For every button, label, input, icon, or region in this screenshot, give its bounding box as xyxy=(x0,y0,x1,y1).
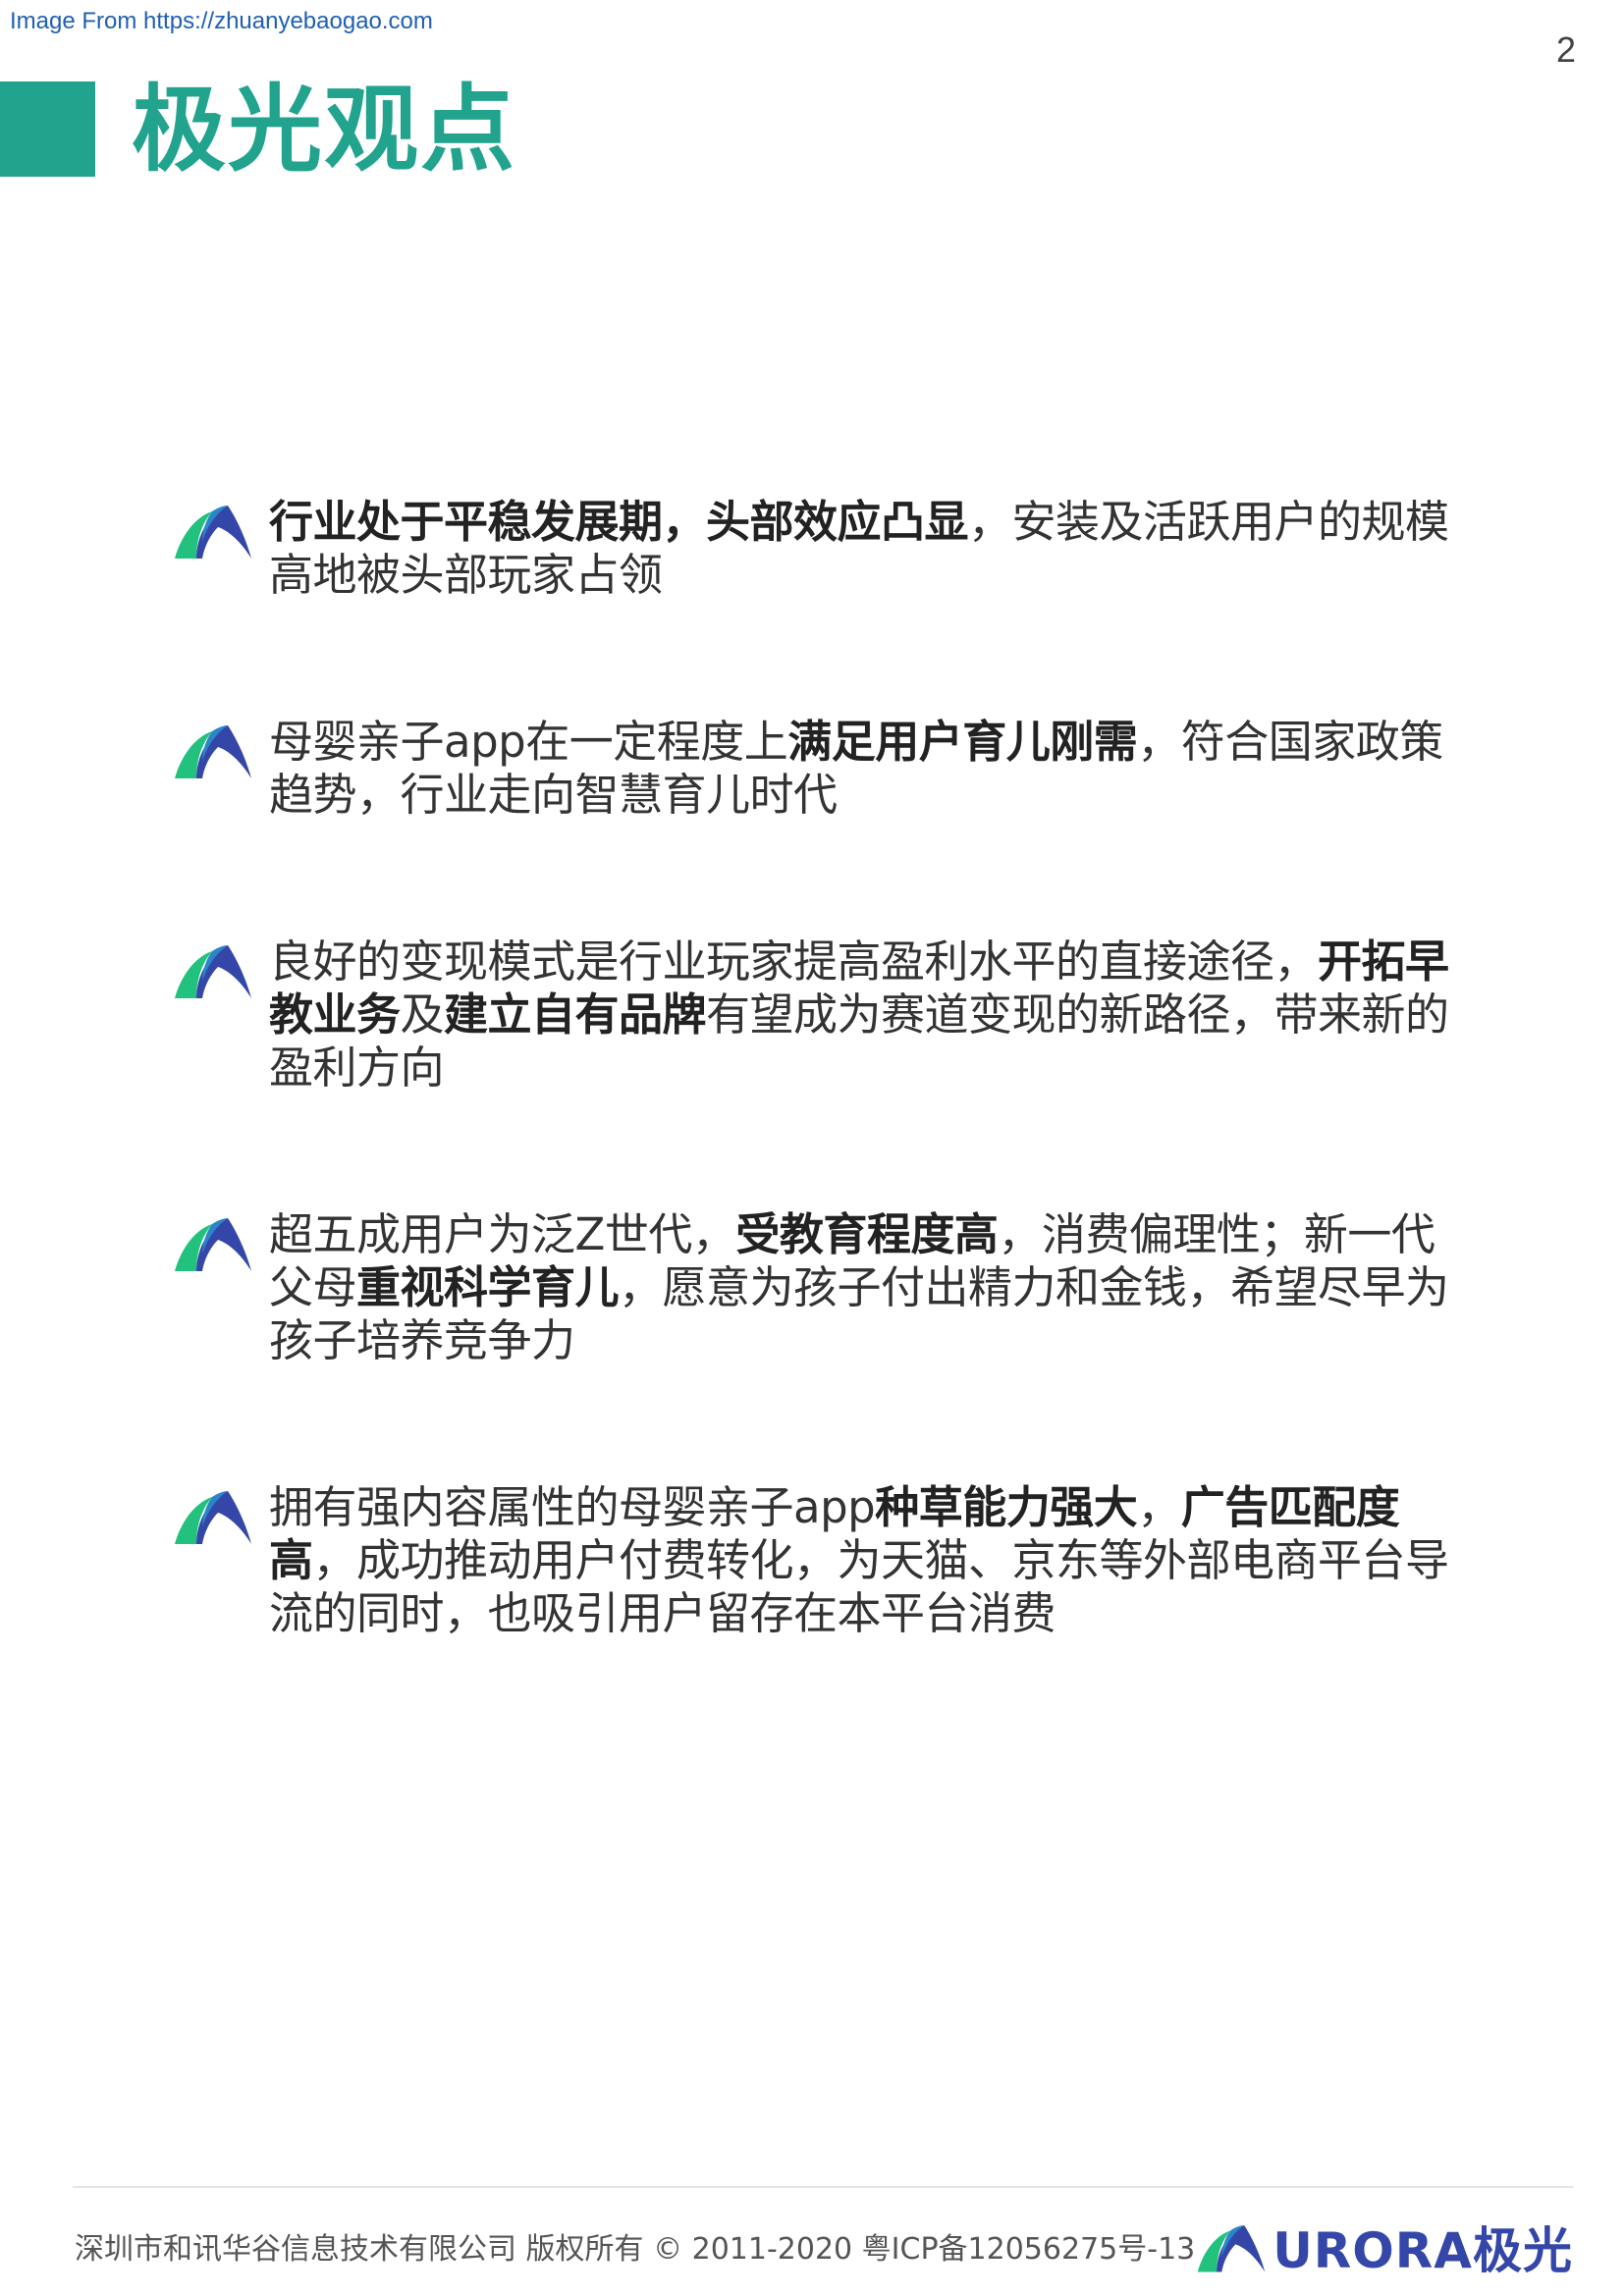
key-point-segment: ， xyxy=(1137,1481,1181,1533)
key-point-segment: 母婴亲子app在一定程度上 xyxy=(269,716,788,768)
key-point-item: 母婴亲子app在一定程度上满足用户育儿刚需，符合国家政策趋势，行业走向智慧育儿时… xyxy=(173,716,1459,822)
key-point-text: 母婴亲子app在一定程度上满足用户育儿刚需，符合国家政策趋势，行业走向智慧育儿时… xyxy=(269,716,1459,822)
aurora-logo-icon xyxy=(175,1218,251,1271)
key-point-segment: ，成功推动用户付费转化，为天猫、京东等外部电商平台导流的同时，也吸引用户留存在本… xyxy=(269,1534,1449,1639)
aurora-logo-icon xyxy=(175,945,251,998)
aurora-logo-icon xyxy=(1197,2225,1266,2272)
aurora-logo-icon xyxy=(175,506,251,559)
page-title: 极光观点 xyxy=(132,75,516,185)
key-point-highlight: 重视科学育儿 xyxy=(356,1261,620,1313)
key-points-list: 行业处于平稳发展期，头部效应凸显，安装及活跃用户的规模高地被头部玩家占领 母婴亲子… xyxy=(173,496,1459,1754)
key-point-segment: 良好的变现模式是行业玩家提高盈利水平的直接途径， xyxy=(269,935,1319,988)
key-point-item: 良好的变现模式是行业玩家提高盈利水平的直接途径，开拓早教业务及建立自有品牌有望成… xyxy=(173,935,1459,1095)
footer-divider xyxy=(73,2186,1573,2188)
key-point-text: 拥有强内容属性的母婴亲子app种草能力强大，广告匹配度高，成功推动用户付费转化，… xyxy=(269,1481,1459,1640)
footer-logo: URORA极光 xyxy=(1196,2212,1573,2282)
copyright-text: 深圳市和讯华谷信息技术有限公司 版权所有 © 2011-2020 粤ICP备12… xyxy=(75,2232,1196,2267)
aurora-logo-icon xyxy=(175,725,251,778)
key-point-segment: 及 xyxy=(400,988,445,1041)
key-point-highlight: 满足用户育儿刚需 xyxy=(787,716,1138,768)
key-point-item: 超五成用户为泛Z世代，受教育程度高，消费偏理性；新一代父母重视科学育儿，愿意为孩… xyxy=(173,1208,1459,1367)
footer-logo-text: URORA极光 xyxy=(1272,2222,1573,2279)
key-point-text: 超五成用户为泛Z世代，受教育程度高，消费偏理性；新一代父母重视科学育儿，愿意为孩… xyxy=(269,1208,1459,1367)
key-point-highlight: 种草能力强大 xyxy=(875,1481,1138,1533)
key-point-item: 拥有强内容属性的母婴亲子app种草能力强大，广告匹配度高，成功推动用户付费转化，… xyxy=(173,1481,1459,1640)
key-point-text: 良好的变现模式是行业玩家提高盈利水平的直接途径，开拓早教业务及建立自有品牌有望成… xyxy=(269,935,1459,1095)
source-link[interactable]: Image From https://zhuanyebaogao.com xyxy=(10,8,433,35)
aurora-logo-icon xyxy=(175,1491,251,1544)
key-point-highlight: 受教育程度高 xyxy=(735,1208,999,1260)
key-point-segment: 拥有强内容属性的母婴亲子app xyxy=(269,1481,876,1533)
key-point-highlight: 行业处于平稳发展期，头部效应凸显 xyxy=(269,496,969,548)
key-point-highlight: 建立自有品牌 xyxy=(444,988,707,1041)
key-point-item: 行业处于平稳发展期，头部效应凸显，安装及活跃用户的规模高地被头部玩家占领 xyxy=(173,496,1459,602)
page-number: 2 xyxy=(1555,29,1576,70)
key-point-text: 行业处于平稳发展期，头部效应凸显，安装及活跃用户的规模高地被头部玩家占领 xyxy=(269,496,1459,602)
key-point-segment: 超五成用户为泛Z世代， xyxy=(269,1208,736,1260)
title-accent-block xyxy=(0,81,95,177)
